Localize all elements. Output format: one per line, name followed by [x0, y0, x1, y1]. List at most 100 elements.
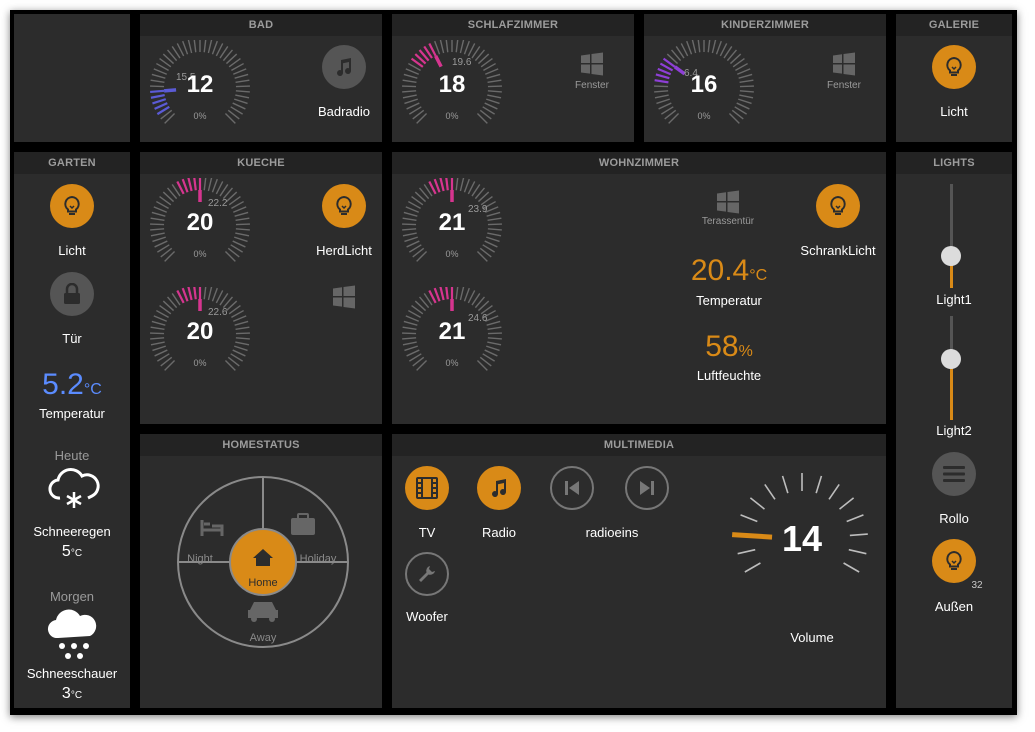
gauge-tick: [463, 178, 470, 193]
away-label[interactable]: Away: [244, 632, 282, 644]
window-label: Fenster: [827, 80, 861, 91]
bed-icon: [200, 520, 224, 536]
forecast-today-weather: Schneeregen: [33, 524, 111, 539]
woofer-label: Woofer: [406, 609, 448, 624]
gauge-tick: [187, 40, 193, 54]
gauge-tick: [193, 178, 197, 191]
gauge-tick: [152, 345, 166, 352]
gauge-tick: [484, 349, 498, 357]
film-icon: [416, 477, 438, 499]
schranklicht-button[interactable]: [816, 184, 860, 228]
gauge-tick: [234, 345, 248, 352]
empty-panel: [14, 14, 130, 142]
gauge-tick: [215, 43, 224, 57]
galerie-light-button[interactable]: [932, 45, 976, 89]
gauge-tick: [736, 102, 750, 110]
light1-label: Light1: [936, 292, 972, 307]
aussen-value: 32: [971, 580, 983, 591]
thermostat-gauge[interactable]: 23.9 21 0%: [400, 178, 504, 270]
thermostat-gauge[interactable]: 22.6 20 0%: [148, 287, 252, 379]
aussen-light-button[interactable]: [932, 539, 976, 583]
wrench-icon: [419, 566, 435, 582]
thermostat-gauge[interactable]: 24.6 21 0%: [400, 287, 504, 379]
gauge-tick: [203, 287, 207, 300]
gauge-setpoint: 22.2: [208, 198, 228, 209]
slider-knob[interactable]: [941, 246, 961, 267]
wohnzimmer-humidity-label: Luftfeuchte: [696, 368, 762, 383]
lightbulb-icon: [946, 550, 962, 570]
gauge-tick: [232, 102, 246, 110]
humidity-value: 58: [705, 330, 739, 363]
lightbulb-icon: [64, 195, 80, 215]
radio-button[interactable]: [477, 466, 521, 510]
gauge-tick: [711, 40, 717, 54]
gauge-tick: [486, 345, 500, 352]
light1-slider[interactable]: [940, 184, 964, 288]
panel-multimedia: MULTIMEDIA TV Radio radioeins Woofer 14 …: [392, 434, 886, 708]
gauge-tick: [686, 40, 693, 55]
lock-icon: [64, 283, 80, 304]
herdlicht-button[interactable]: [322, 184, 366, 228]
next-track-button[interactable]: [625, 466, 669, 510]
badradio-button[interactable]: [322, 45, 366, 89]
garten-light-button[interactable]: [50, 184, 94, 228]
gauge-value: 21: [438, 209, 466, 236]
gauge-tick: [467, 43, 476, 57]
tv-button[interactable]: [405, 466, 449, 510]
gauge-tick: [439, 287, 445, 301]
forecast-tomorrow-label: Morgen: [49, 589, 95, 604]
gauge-tick: [187, 178, 193, 192]
car-icon: [248, 602, 278, 618]
music-note-icon: [337, 58, 352, 77]
gauge-tick: [181, 178, 189, 193]
today-temp-unit: °C: [70, 548, 83, 559]
gauge-tick: [455, 40, 459, 53]
thermostat-gauge[interactable]: 15.5 12 0%: [148, 40, 252, 132]
forecast-today-temp: 5°C: [14, 543, 130, 561]
home-label[interactable]: Home: [244, 577, 282, 589]
previous-track-button[interactable]: [550, 466, 594, 510]
panel-title: GALERIE: [896, 14, 1012, 36]
holiday-label[interactable]: Holiday: [292, 553, 344, 565]
light2-slider[interactable]: [940, 316, 964, 420]
panel-title: BAD: [140, 14, 382, 36]
rollo-button[interactable]: [932, 452, 976, 496]
gauge-tick: [234, 236, 248, 243]
gauge-tick: [484, 102, 498, 110]
night-label[interactable]: Night: [180, 553, 220, 565]
gauge-tick: [439, 40, 445, 54]
wohnzimmer-temperature-label: Temperatur: [696, 293, 762, 308]
forecast-tomorrow-temp: 3°C: [14, 685, 130, 703]
gauge-value: 20: [186, 318, 214, 345]
panel-kueche: KUECHE 22.2 20 0% 22.6 20 0% HerdLicht: [140, 152, 382, 424]
gauge-tick: [232, 240, 246, 248]
forecast-today-label: Heute: [54, 448, 90, 463]
garten-door-label: Tür: [62, 331, 82, 346]
thermostat-gauge[interactable]: 19.6 18 0%: [400, 40, 504, 132]
gauge-tick: [404, 98, 418, 105]
gauge-tick: [193, 40, 197, 53]
gauge-tick: [433, 178, 441, 193]
volume-tick: [744, 562, 761, 573]
thermostat-gauge[interactable]: 22.2 20 0%: [148, 178, 252, 270]
window-icon: [717, 190, 739, 214]
garten-temperature-label: Temperatur: [39, 406, 105, 421]
panel-title: KINDERZIMMER: [644, 14, 886, 36]
humidity-unit: %: [738, 343, 753, 360]
garten-door-button[interactable]: [50, 272, 94, 316]
gauge-value: 12: [186, 71, 214, 98]
music-note-icon: [492, 479, 507, 498]
volume-tick: [843, 562, 860, 573]
lightbulb-icon: [830, 195, 846, 215]
light2-label: Light2: [936, 423, 972, 438]
gauge-tick: [459, 287, 465, 301]
volume-tick: [839, 497, 855, 510]
rollo-label: Rollo: [939, 511, 969, 526]
gauge-tick: [459, 178, 465, 192]
gauge-tick: [434, 40, 441, 55]
woofer-button[interactable]: [405, 552, 449, 596]
thermostat-gauge[interactable]: 6.4 16 0%: [652, 40, 756, 132]
slider-knob[interactable]: [941, 349, 961, 370]
gauge-tick: [211, 178, 218, 193]
cloud-snow-showers-icon: [47, 609, 97, 659]
